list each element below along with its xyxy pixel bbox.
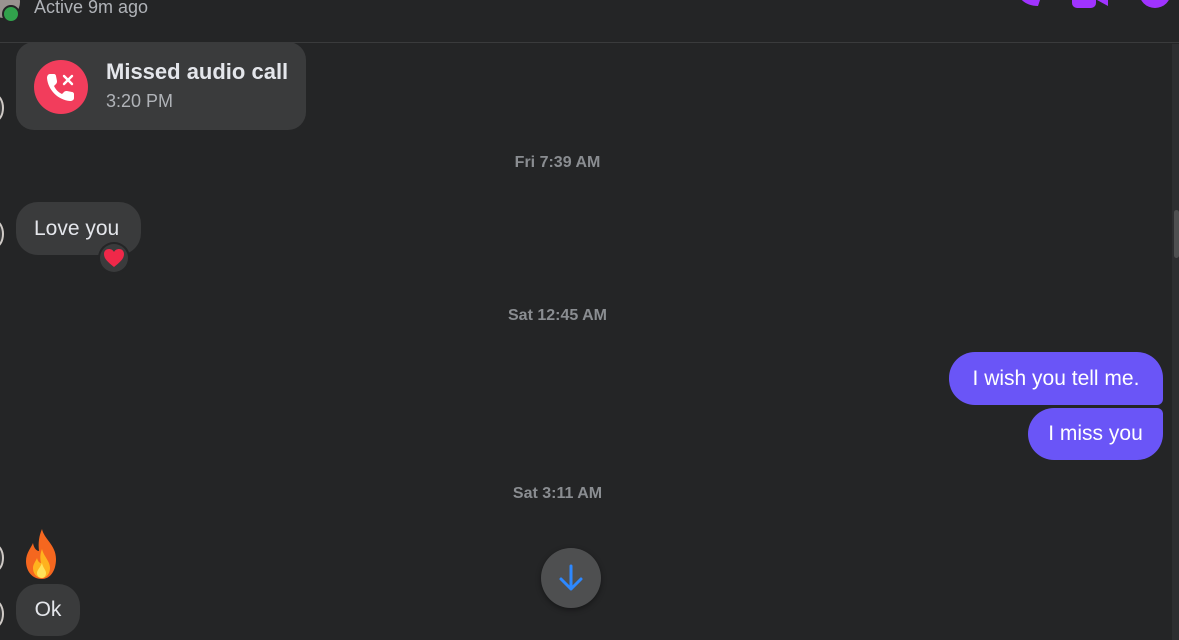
video-call-icon[interactable] bbox=[1070, 0, 1110, 10]
outgoing-message-bubble[interactable]: I miss you bbox=[1028, 408, 1163, 460]
active-status-text: Active 9m ago bbox=[34, 0, 149, 17]
missed-call-title: Missed audio call bbox=[106, 59, 289, 84]
message-text: I miss you bbox=[1048, 422, 1143, 445]
missed-call-time: 3:20 PM bbox=[106, 91, 174, 111]
message-text: Love you bbox=[34, 217, 120, 240]
message-text: Ok bbox=[34, 598, 62, 621]
scrollbar-track[interactable] bbox=[1172, 44, 1179, 640]
audio-call-icon[interactable] bbox=[1008, 0, 1044, 10]
sender-avatar[interactable] bbox=[0, 220, 4, 248]
sender-avatar[interactable] bbox=[0, 94, 4, 122]
reaction-background bbox=[100, 244, 128, 272]
arrow-down-icon bbox=[559, 564, 583, 591]
message-timestamp: Fri 7:39 AM bbox=[514, 154, 601, 171]
scroll-to-bottom-button[interactable] bbox=[541, 548, 601, 608]
outgoing-message-bubble[interactable]: I wish you tell me. bbox=[949, 352, 1163, 405]
incoming-message-bubble[interactable]: Ok bbox=[16, 584, 80, 636]
conversation-info-icon[interactable] bbox=[1138, 0, 1172, 10]
message-text: I wish you tell me. bbox=[972, 367, 1140, 390]
message-timestamp: Sat 3:11 AM bbox=[512, 485, 603, 502]
missed-call-card[interactable]: Missed audio call 3:20 PM bbox=[16, 42, 306, 130]
message-reaction[interactable] bbox=[98, 242, 130, 274]
scrollbar-thumb[interactable] bbox=[1174, 210, 1179, 258]
sender-avatar[interactable] bbox=[0, 544, 4, 572]
messenger-chat-window: Active 9m ago Missed audio call 3:20 PM … bbox=[0, 0, 1179, 640]
sender-avatar[interactable] bbox=[0, 600, 4, 628]
online-status-dot bbox=[2, 5, 20, 23]
heart-reaction-icon bbox=[104, 249, 124, 267]
missed-call-icon bbox=[34, 60, 88, 114]
chat-header: Active 9m ago bbox=[0, 0, 1179, 43]
message-timestamp: Sat 12:45 AM bbox=[508, 307, 607, 324]
fire-emoji-icon[interactable] bbox=[18, 527, 66, 581]
